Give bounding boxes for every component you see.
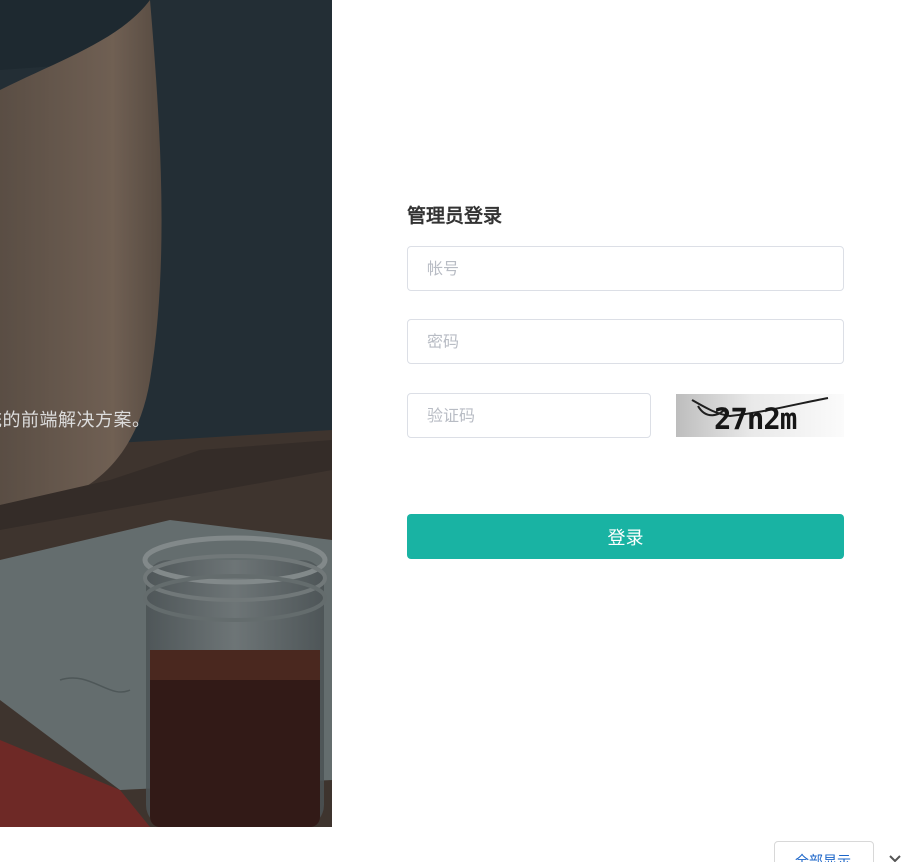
account-input[interactable]: [407, 246, 844, 291]
captcha-code: 27n2m: [714, 402, 797, 436]
photo-caption: 统的前端解决方案。: [0, 410, 151, 431]
login-page: 统的前端解决方案。 管理员登录 27n2m 登录 全部显示: [0, 0, 916, 862]
show-all-button[interactable]: 全部显示: [774, 841, 874, 862]
login-title: 管理员登录: [407, 205, 503, 227]
close-icon[interactable]: [884, 848, 906, 862]
login-button[interactable]: 登录: [407, 514, 844, 559]
background-photo: 统的前端解决方案。: [0, 0, 332, 827]
captcha-input[interactable]: [407, 393, 651, 438]
password-input[interactable]: [407, 319, 844, 364]
captcha-image[interactable]: 27n2m: [676, 394, 844, 437]
